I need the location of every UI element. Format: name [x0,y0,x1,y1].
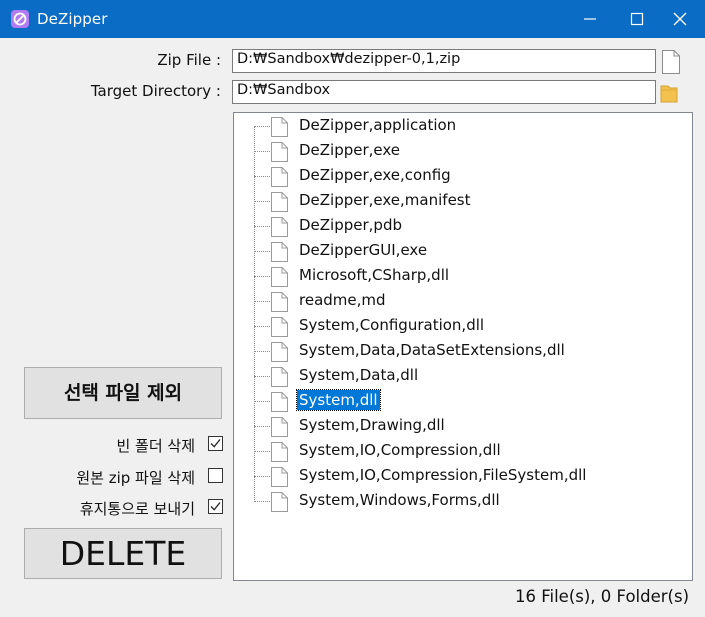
file-icon [271,167,288,191]
target-directory-field[interactable]: D:₩Sandbox [232,80,656,104]
tree-connector [254,451,270,452]
option-delete-empty-folders[interactable]: 빈 폴더 삭제 [0,434,223,456]
window-title: DeZipper [37,10,108,28]
file-icon [271,117,288,141]
file-icon [271,217,288,241]
tree-connector [254,501,270,502]
tree-item-label: System,Data,dll [299,366,419,384]
folder-icon[interactable] [660,82,680,108]
tree-item-label: readme,md [299,291,386,309]
tree-item-label: Microsoft,CSharp,dll [299,266,450,284]
tree-connector [254,351,270,352]
delete-empty-folders-label: 빈 폴더 삭제 [116,437,195,455]
tree-item[interactable]: System,Configuration,dll [234,314,674,339]
file-icon [271,292,288,316]
tree-item[interactable]: Microsoft,CSharp,dll [234,264,674,289]
file-icon [271,317,288,341]
tree-connector [254,126,270,127]
delete-button[interactable]: DELETE [24,528,222,579]
tree-item-label: DeZipper,exe,manifest [299,191,471,209]
file-icon [271,267,288,291]
zip-file-label: Zip File : [157,51,221,69]
file-icon [271,342,288,366]
tree-connector [254,376,270,377]
app-icon [11,10,29,28]
option-delete-source-zip[interactable]: 원본 zip 파일 삭제 [0,466,223,488]
file-icon [271,417,288,441]
tree-item[interactable]: DeZipper,exe [234,139,674,164]
zip-file-field[interactable]: D:₩Sandbox₩dezipper-0,1,zip [232,49,656,73]
tree-connector [254,276,270,277]
tree-item[interactable]: DeZipper,application [234,114,674,139]
tree-item-label: DeZipper,application [299,116,457,134]
maximize-button[interactable] [614,0,660,38]
send-to-recycle-bin-checkbox[interactable] [208,499,223,514]
target-directory-label: Target Directory : [90,82,221,100]
tree-connector [254,326,270,327]
tree-item-label: System,IO,Compression,dll [299,441,501,459]
status-text: 16 File(s), 0 Folder(s) [514,587,689,606]
tree-connector [254,301,270,302]
tree-connector [254,226,270,227]
exclude-selected-button[interactable]: 선택 파일 제외 [24,367,222,419]
tree-item[interactable]: DeZipper,pdb [234,214,674,239]
close-button[interactable] [657,0,703,38]
delete-source-zip-label: 원본 zip 파일 삭제 [76,469,195,487]
tree-connector [254,176,270,177]
tree-item[interactable]: System,Drawing,dll [234,414,674,439]
tree-item[interactable]: DeZipperGUI,exe [234,239,674,264]
file-tree[interactable]: DeZipper,application DeZipper,exe DeZipper… [233,112,693,581]
tree-item-label: DeZipper,exe [299,141,401,159]
file-icon [271,442,288,466]
tree-connector [254,476,270,477]
tree-connector [254,151,270,152]
file-icon [271,492,288,516]
file-icon [271,192,288,216]
tree-connector [254,401,270,402]
tree-item[interactable]: System,dll [234,389,674,414]
title-bar[interactable]: DeZipper [0,0,705,38]
tree-item-label: DeZipper,pdb [299,216,402,234]
tree-item-label: DeZipper,exe,config [299,166,451,184]
tree-item[interactable]: System,IO,Compression,dll [234,439,674,464]
tree-item-label: System,Data,DataSetExtensions,dll [299,341,565,359]
tree-item-label: DeZipperGUI,exe [299,241,428,259]
tree-item-label: System,Configuration,dll [299,316,485,334]
delete-empty-folders-checkbox[interactable] [208,436,223,451]
tree-item[interactable]: System,IO,Compression,FileSystem,dll [234,464,674,489]
file-icon [271,392,288,416]
dezipper-window: DeZipper Zip File : D:₩Sandbox₩dezipper-… [0,0,705,617]
file-icon [271,242,288,266]
tree-item[interactable]: System,Data,DataSetExtensions,dll [234,339,674,364]
document-icon[interactable] [661,50,681,78]
tree-item[interactable]: DeZipper,exe,config [234,164,674,189]
option-send-to-recycle-bin[interactable]: 휴지통으로 보내기 [0,497,223,519]
file-icon [271,367,288,391]
file-icon [271,467,288,491]
tree-item-label: System,Drawing,dll [299,416,445,434]
minimize-button[interactable] [567,0,613,38]
tree-item[interactable]: DeZipper,exe,manifest [234,189,674,214]
tree-connector [254,201,270,202]
tree-item[interactable]: System,Windows,Forms,dll [234,489,674,514]
tree-connector [254,426,270,427]
delete-source-zip-checkbox[interactable] [208,468,223,483]
tree-item-label: System,Windows,Forms,dll [299,491,500,509]
send-to-recycle-bin-label: 휴지통으로 보내기 [79,500,195,518]
tree-connector [254,251,270,252]
tree-item-label: System,IO,Compression,FileSystem,dll [299,466,587,484]
file-icon [271,142,288,166]
tree-item-label: System,dll [296,389,381,411]
tree-item[interactable]: System,Data,dll [234,364,674,389]
tree-item[interactable]: readme,md [234,289,674,314]
